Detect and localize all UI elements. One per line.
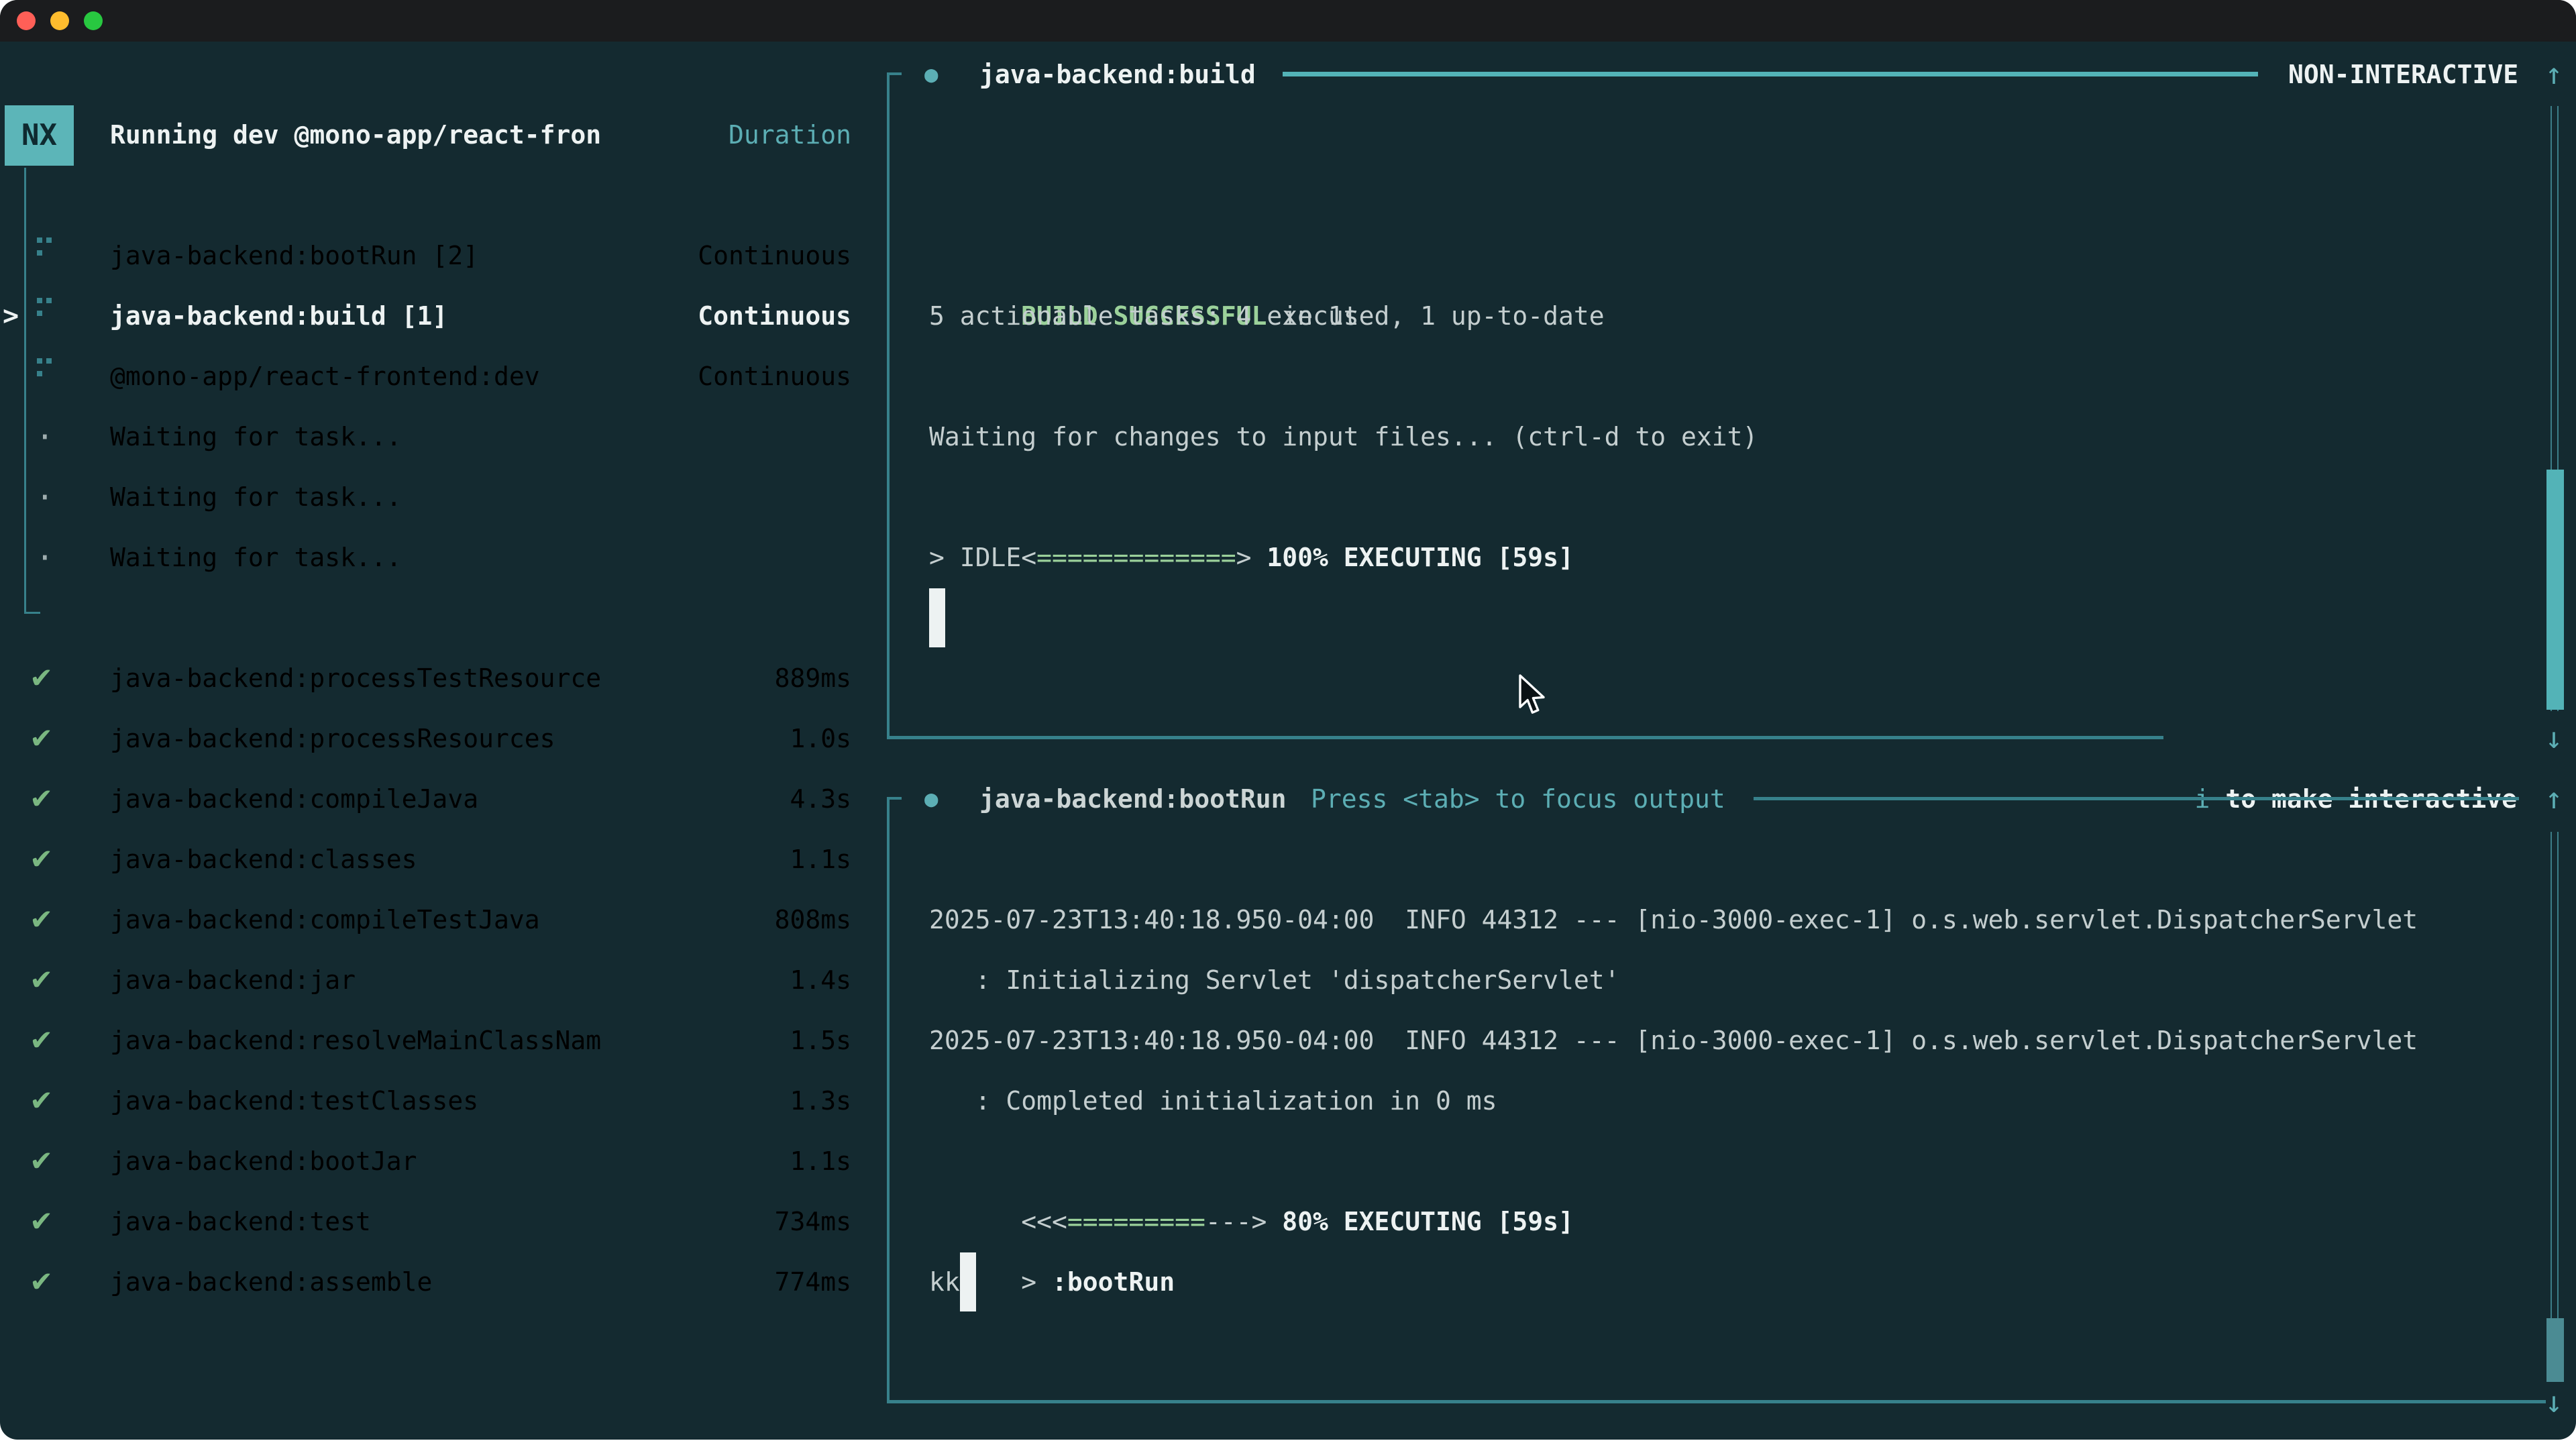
running-group-bracket-foot [24, 612, 40, 614]
terminal-window: NX Running dev @mono-app/react-fron Dura… [0, 0, 2576, 1440]
check-icon: ✔ [30, 708, 53, 769]
check-icon: ✔ [30, 1191, 53, 1252]
titlebar [0, 0, 2576, 42]
build-waiting-line: Waiting for changes to input files... (c… [929, 407, 1758, 467]
maximize-button[interactable] [84, 11, 103, 30]
selected-marker-icon: > [3, 286, 19, 346]
task-row-done[interactable]: ✔ java-backend:testClasses 1.3s [0, 1071, 851, 1131]
bootrun-progress-line: <<<=========---> 80% EXECUTING [59s] [929, 1131, 1574, 1191]
build-panel-left-border [887, 74, 890, 739]
progress-cap-right: > [1236, 543, 1252, 572]
task-bullet-icon: ● [924, 769, 938, 829]
typed-input[interactable]: kk [929, 1252, 960, 1312]
build-idle-line: > IDLE [929, 527, 1021, 588]
scroll-down-icon[interactable]: ↓ [2537, 708, 2571, 769]
log-line: : Completed initialization in 0 ms [929, 1071, 1497, 1131]
task-row-done[interactable]: ✔ java-backend:resolveMainClassNam 1.5s [0, 1010, 851, 1071]
build-panel-rule [1283, 72, 2258, 76]
task-row-pending[interactable]: · Waiting for task... [0, 407, 851, 467]
build-panel-bottom-border [887, 736, 2163, 739]
task-row[interactable]: java-backend:bootRun [2] Continuous [0, 225, 851, 286]
build-scrollbar-thumb[interactable] [2546, 470, 2564, 710]
waiting-dot-icon: · [36, 407, 54, 467]
build-success-line: BUILD SUCCESSFUL in 1s [929, 225, 1359, 286]
log-line: 2025-07-23T13:40:18.950-04:00 INFO 44312… [929, 1010, 2418, 1071]
task-row-pending[interactable]: · Waiting for task... [0, 467, 851, 527]
focus-hint: Press <tab> to focus output [1311, 769, 1725, 829]
progress-suffix: ---> [1205, 1207, 1267, 1236]
mode-badge: NON-INTERACTIVE [2288, 44, 2518, 105]
check-icon: ✔ [30, 1010, 53, 1071]
prompt-arrow: > [1021, 1267, 1036, 1297]
task-row-pending[interactable]: · Waiting for task... [0, 527, 851, 588]
log-line: 2025-07-23T13:40:18.950-04:00 INFO 44312… [929, 890, 2418, 950]
bootrun-scrollbar-track[interactable] [2551, 832, 2559, 1379]
bootrun-panel-bottom-border [887, 1400, 2546, 1403]
spinner-icon [37, 358, 56, 381]
task-row-done[interactable]: ✔ java-backend:compileJava 4.3s [0, 769, 851, 829]
build-panel-title: java-backend:build [979, 44, 1256, 105]
bootrun-panel-rule [1754, 797, 2519, 800]
interactive-hint: i to make interactive [2102, 708, 2517, 769]
spinner-icon [37, 237, 56, 260]
progress-status: 80% EXECUTING [59s] [1282, 1207, 1574, 1236]
task-row-done[interactable]: ✔ java-backend:test 734ms [0, 1191, 851, 1252]
prompt-task: :bootRun [1036, 1267, 1175, 1297]
progress-status: 100% EXECUTING [59s] [1267, 543, 1574, 572]
task-row-done[interactable]: ✔ java-backend:bootJar 1.1s [0, 1131, 851, 1191]
waiting-dot-icon: · [36, 467, 54, 527]
check-icon: ✔ [30, 769, 53, 829]
build-progress-line: <=============> 100% EXECUTING [59s] [929, 467, 1574, 527]
check-icon: ✔ [30, 648, 53, 708]
duration-column-header: Duration [0, 105, 851, 165]
check-icon: ✔ [30, 829, 53, 890]
task-row-done[interactable]: ✔ java-backend:compileTestJava 808ms [0, 890, 851, 950]
scroll-up-icon[interactable]: ↑ [2537, 44, 2571, 105]
task-row-done[interactable]: ✔ java-backend:processTestResource 889ms [0, 648, 851, 708]
waiting-dot-icon: · [36, 527, 54, 588]
task-row-done[interactable]: ✔ java-backend:jar 1.4s [0, 950, 851, 1010]
task-row-done[interactable]: ✔ java-backend:classes 1.1s [0, 829, 851, 890]
progress-bar: ============= [1036, 543, 1236, 572]
check-icon: ✔ [30, 950, 53, 1010]
bootrun-panel-title: java-backend:bootRun [979, 769, 1287, 829]
close-button[interactable] [17, 11, 36, 30]
spinner-icon [37, 298, 56, 321]
log-line: : Initializing Servlet 'dispatcherServle… [929, 950, 1620, 1010]
build-summary-line: 5 actionable tasks: 4 executed, 1 up-to-… [929, 286, 1605, 346]
check-icon: ✔ [30, 1252, 53, 1312]
minimize-button[interactable] [50, 11, 69, 30]
text-cursor [929, 588, 945, 647]
progress-cap-left: < [1021, 543, 1036, 572]
scroll-up-icon[interactable]: ↑ [2537, 769, 2571, 829]
task-row-done[interactable]: ✔ java-backend:processResources 1.0s [0, 708, 851, 769]
check-icon: ✔ [30, 1131, 53, 1191]
check-icon: ✔ [30, 1071, 53, 1131]
bootrun-panel-left-border [887, 798, 890, 1403]
keyboard-hints: quit: q help: ? [0, 1373, 851, 1433]
check-icon: ✔ [30, 890, 53, 950]
task-row[interactable]: @mono-app/react-frontend:dev Continuous [0, 346, 851, 407]
task-row-selected[interactable]: > java-backend:build [1] Continuous [0, 286, 851, 346]
mouse-pointer [1517, 674, 1552, 720]
task-row-done[interactable]: ✔ java-backend:assemble 774ms [0, 1252, 851, 1312]
text-cursor [960, 1252, 976, 1311]
bootrun-prompt-line: > :bootRun [929, 1191, 1175, 1252]
task-bullet-icon: ● [924, 44, 938, 105]
scroll-down-icon[interactable]: ↓ [2537, 1373, 2571, 1433]
